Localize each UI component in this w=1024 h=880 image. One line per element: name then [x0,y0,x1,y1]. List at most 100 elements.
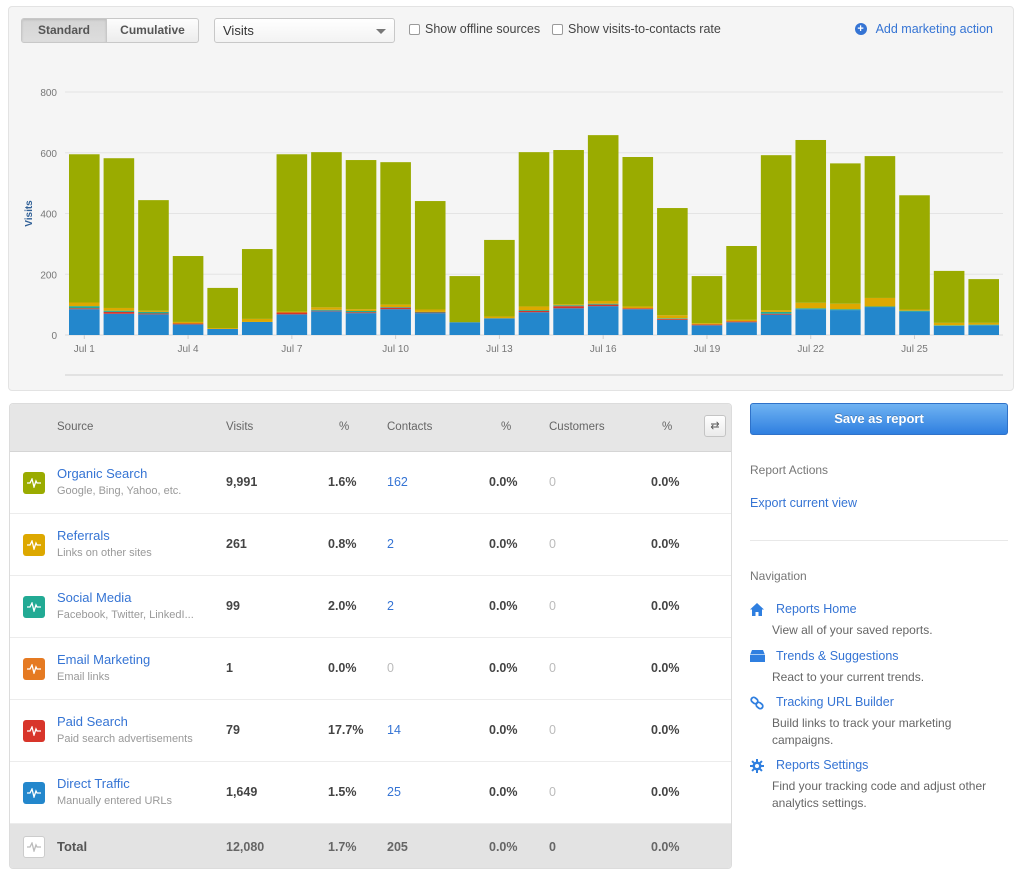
source-description: Email links [57,671,110,683]
contacts-value[interactable]: 162 [387,475,408,489]
pulse-icon [23,782,45,804]
contacts-pct-value: 0.0% [489,599,518,613]
visits-value: 1 [226,661,233,675]
contacts-pct-value: 0.0% [489,723,518,737]
bar-segment-organic-search [587,135,619,301]
source-name-link[interactable]: Social Media [57,590,131,605]
customers-pct-value: 0.0% [651,599,680,613]
source-name-link[interactable]: Paid Search [57,714,128,729]
bar-segment-social-media [380,307,411,308]
reports-home-desc: View all of your saved reports. [772,623,933,637]
table-row: Direct Traffic Manually entered URLs 1,649… [10,762,731,824]
x-tick-label: Jul 1 [74,344,96,355]
bar-segment-paid-search [518,311,550,313]
bar-segment-referrals [207,328,238,329]
bar-segment-paid-search [172,323,204,325]
customers-pct-value: 0.0% [651,785,680,799]
source-description: Facebook, Twitter, LinkedI... [57,609,194,621]
source-description: Links on other sites [57,547,152,559]
table-row: Referrals Links on other sites 261 0.8% 2 0.0… [10,514,731,576]
bar-segment-social-media [311,309,342,311]
bar-segment-direct-traffic [276,314,308,335]
bar-segment-referrals [622,306,654,309]
source-name-link[interactable]: Email Marketing [57,652,150,667]
x-tick-label: Jul 10 [382,344,409,355]
bar-segment-referrals [414,309,446,312]
bar-segment-referrals [138,310,169,312]
customers-value: 0 [549,537,556,551]
bar-segment-social-media [587,303,619,305]
bar-segment-organic-search [933,270,965,323]
save-as-report-button[interactable]: Save as report [750,403,1008,435]
bar-segment-organic-search [968,279,999,323]
total-customers: 0 [549,840,556,854]
source-name-link[interactable]: Direct Traffic [57,776,130,791]
contacts-value[interactable]: 2 [387,599,394,613]
swap-arrows-icon: ⇄ [710,420,720,432]
header-contacts[interactable]: Contacts [387,421,432,433]
total-customers-pct: 0.0% [651,840,680,854]
customers-pct-value: 0.0% [651,537,680,551]
bar-segment-paid-search [138,313,169,315]
reports-home-link[interactable]: Reports Home [776,602,857,616]
contacts-value[interactable]: 25 [387,785,401,799]
bar-segment-direct-traffic [657,319,688,335]
visits-value: 9,991 [226,475,258,489]
header-contacts-pct[interactable]: % [501,421,511,433]
link-icon [750,696,766,710]
bar-segment-direct-traffic [207,328,238,335]
bar-segment-organic-search [899,195,930,310]
bar-segment-social-media [138,311,169,314]
customers-pct-value: 0.0% [651,475,680,489]
bar-segment-referrals [69,302,100,307]
bar-segment-organic-search [311,152,342,308]
source-name-link[interactable]: Referrals [57,528,110,543]
bar-segment-referrals [311,307,342,310]
bar-segment-paid-search [622,308,654,310]
customers-pct-value: 0.0% [651,723,680,737]
x-tick-label: Jul 4 [178,344,200,355]
bar-segment-organic-search [657,208,688,316]
report-actions-heading: Report Actions [750,463,829,477]
customers-value: 0 [549,785,556,799]
sidebar-divider [750,540,1008,541]
total-contacts-pct: 0.0% [489,840,518,854]
header-source[interactable]: Source [57,421,93,433]
trends-suggestions-link[interactable]: Trends & Suggestions [776,649,899,663]
y-tick-label: 0 [51,331,57,342]
contacts-pct-value: 0.0% [489,661,518,675]
x-tick-label: Jul 22 [797,344,824,355]
visits-value: 99 [226,599,240,613]
customers-pct-value: 0.0% [651,661,680,675]
table-row: Social Media Facebook, Twitter, LinkedI..… [10,576,731,638]
header-visits-pct[interactable]: % [339,421,349,433]
bar-segment-social-media [864,306,896,308]
source-name-link[interactable]: Organic Search [57,466,147,481]
pulse-icon [23,534,45,556]
swap-columns-button[interactable]: ⇄ [704,415,726,437]
contacts-value[interactable]: 14 [387,723,401,737]
bar-segment-referrals [587,300,619,304]
reports-settings-link[interactable]: Reports Settings [776,758,868,772]
bar-segment-direct-traffic [795,309,827,335]
contacts-value[interactable]: 2 [387,537,394,551]
total-visits: 12,080 [226,840,265,854]
bar-segment-referrals [691,323,723,325]
export-current-view-link[interactable]: Export current view [750,496,857,510]
bar-segment-referrals [830,303,861,310]
bar-segment-direct-traffic [968,325,999,335]
bar-segment-social-media [69,306,100,309]
bar-segment-direct-traffic [553,308,584,335]
tracking-url-builder-link[interactable]: Tracking URL Builder [776,695,894,709]
bar-segment-direct-traffic [172,324,204,335]
visits-pct-value: 17.7% [328,723,364,737]
contacts-pct-value: 0.0% [489,537,518,551]
bar-segment-direct-traffic [622,309,654,335]
bar-segment-paid-search [691,324,723,326]
header-customers[interactable]: Customers [549,421,605,433]
table-header: Source Visits % Contacts % Customers % ⇄ [10,404,731,452]
pulse-icon [23,596,45,618]
header-visits[interactable]: Visits [226,421,253,433]
header-customers-pct[interactable]: % [662,421,672,433]
bar-segment-organic-search [518,152,550,307]
